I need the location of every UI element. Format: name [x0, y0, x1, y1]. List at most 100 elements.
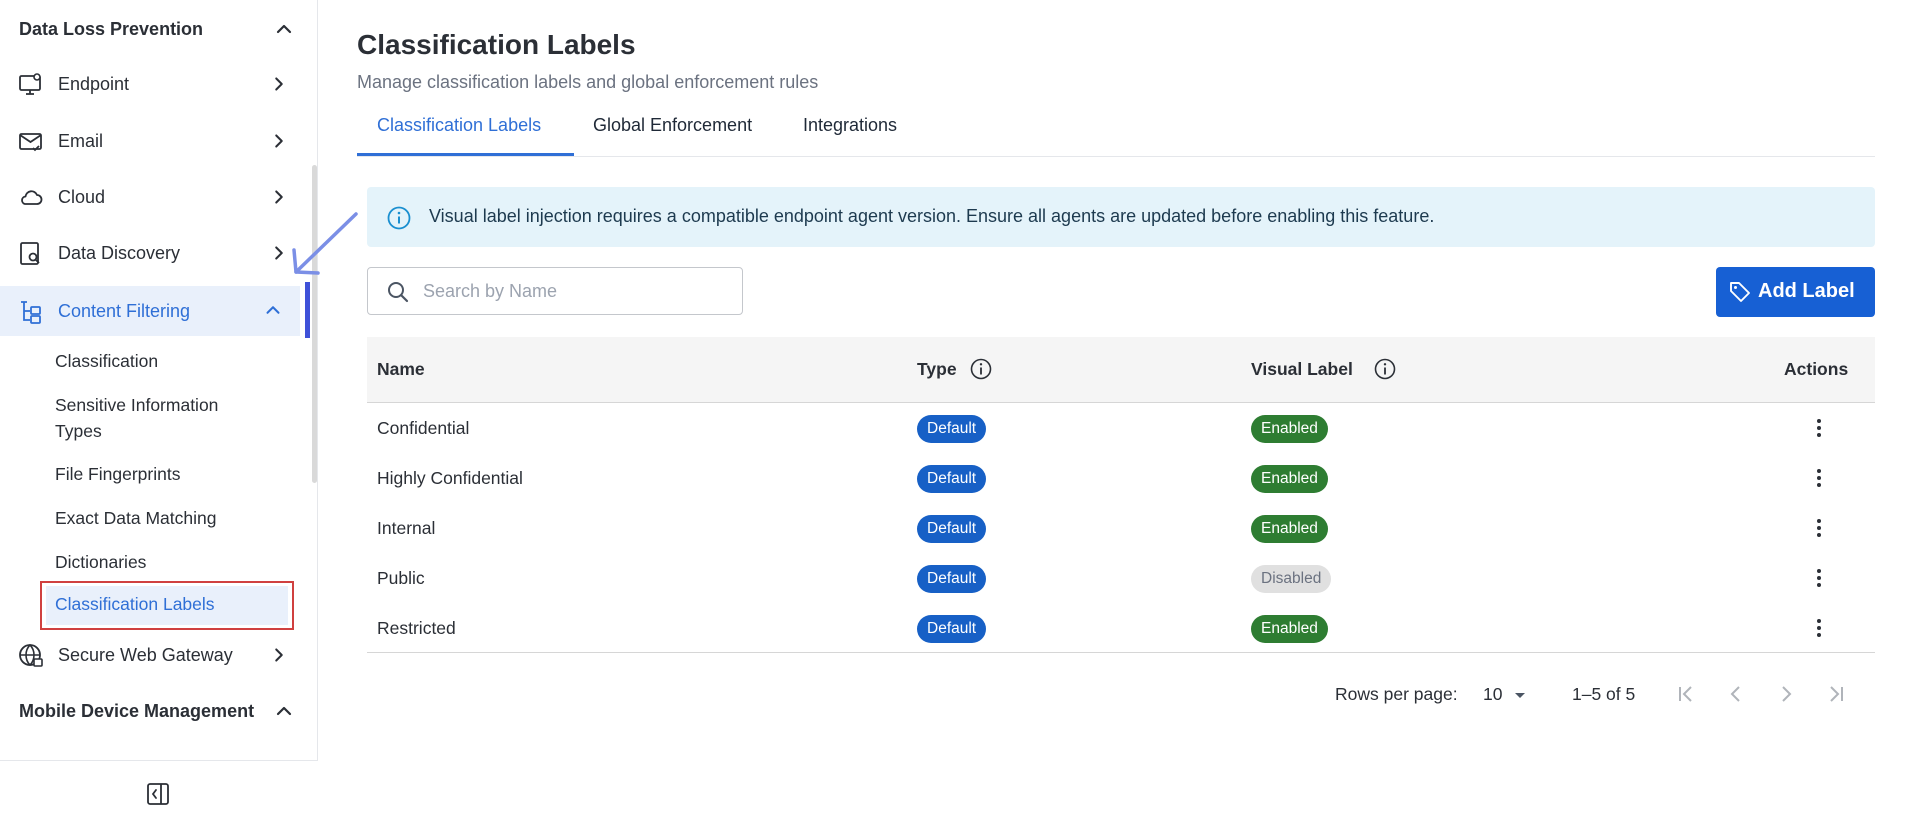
pagination: Rows per page: 10 1–5 of 5: [367, 676, 1875, 712]
type-badge: Default: [917, 465, 987, 493]
info-icon[interactable]: [1373, 357, 1397, 381]
active-tab-indicator: [357, 153, 574, 156]
sidebar-subitem-exact-data-matching[interactable]: Exact Data Matching: [55, 505, 216, 531]
row-name: Public: [377, 568, 425, 588]
column-header-visual-label: Visual Label: [1251, 358, 1396, 380]
type-badge: Default: [917, 615, 987, 643]
column-header-actions: Actions: [1784, 359, 1849, 379]
last-page-icon[interactable]: [1823, 681, 1849, 707]
column-header-visual-label-text: Visual Label: [1251, 359, 1353, 379]
page-subtitle: Manage classification labels and global …: [357, 72, 819, 92]
chevron-right-icon: [275, 134, 283, 148]
tab-bar: Classification Labels Global Enforcement…: [357, 110, 1875, 157]
sidebar-item-label: Cloud: [58, 186, 106, 207]
more-vertical-icon[interactable]: [1807, 516, 1831, 540]
tab-integrations[interactable]: Integrations: [803, 115, 897, 157]
sidebar-item-endpoint[interactable]: Endpoint: [0, 60, 300, 108]
sidebar-subitem-label-line2: Types: [55, 421, 102, 441]
sidebar-item-label: Content Filtering: [58, 300, 191, 321]
first-page-icon[interactable]: [1673, 681, 1699, 707]
cloud-icon: [21, 190, 43, 205]
previous-page-icon[interactable]: [1723, 681, 1749, 707]
rows-per-page-select[interactable]: 10: [1483, 684, 1502, 705]
info-icon: [387, 206, 411, 230]
sidebar-subitem-classification-labels[interactable]: Classification Labels: [40, 581, 294, 630]
more-vertical-icon[interactable]: [1807, 566, 1831, 590]
next-page-icon[interactable]: [1773, 681, 1799, 707]
row-name: Internal: [377, 518, 436, 538]
table-row[interactable]: Internal Default Enabled: [367, 503, 1875, 553]
column-header-name[interactable]: Name: [377, 359, 425, 380]
sidebar-subitem-file-fingerprints[interactable]: File Fingerprints: [55, 461, 180, 487]
labels-table: Name Type Visual Label Actions Confident…: [367, 337, 1875, 653]
sidebar-section-mdm[interactable]: Mobile Device Management: [19, 701, 292, 722]
caret-down-icon[interactable]: [1510, 685, 1530, 705]
tab-global-enforcement[interactable]: Global Enforcement: [593, 115, 752, 157]
type-badge: Default: [917, 415, 987, 443]
visual-label-badge: Enabled: [1251, 515, 1328, 543]
more-vertical-icon[interactable]: [1807, 416, 1831, 440]
sidebar-footer: [0, 760, 318, 823]
add-label-button[interactable]: Add Label: [1716, 267, 1875, 317]
type-badge: Default: [917, 515, 987, 543]
sidebar-item-label: Secure Web Gateway: [58, 644, 233, 665]
sidebar-section-dlp-label: Data Loss Prevention: [19, 19, 204, 39]
row-name: Highly Confidential: [377, 468, 523, 488]
chevron-right-icon: [275, 77, 283, 91]
more-vertical-icon[interactable]: [1807, 616, 1831, 640]
sidebar-subitem-label: Classification Labels: [55, 594, 215, 614]
sidebar: Data Loss Prevention Endpoint Email Clou…: [0, 0, 318, 823]
device-search-icon: [20, 242, 40, 265]
chevron-up-icon: [276, 24, 292, 34]
table-row[interactable]: Restricted Default Enabled: [367, 603, 1875, 653]
pagination-range: 1–5 of 5: [1572, 684, 1636, 704]
visual-label-badge: Enabled: [1251, 415, 1328, 443]
globe-lock-icon: [19, 643, 43, 667]
column-header-type: Type: [917, 358, 992, 380]
add-label-button-label: Add Label: [1758, 280, 1855, 302]
tag-icon: [1730, 282, 1750, 302]
sidebar-item-label: Endpoint: [58, 73, 130, 94]
search-input[interactable]: [423, 277, 723, 305]
chevron-right-icon: [275, 190, 283, 204]
sidebar-subitem-label-line1: Sensitive Information: [55, 395, 219, 415]
row-name: Confidential: [377, 418, 470, 438]
sidebar-item-label: Data Discovery: [58, 242, 181, 263]
sidebar-item-label: Email: [58, 130, 104, 151]
info-icon[interactable]: [969, 357, 993, 381]
pointer-arrow-icon: [292, 212, 358, 275]
info-banner-text: Visual label injection requires a compat…: [429, 206, 1435, 226]
chevron-right-icon: [275, 648, 283, 662]
sidebar-item-secure-web-gateway[interactable]: Secure Web Gateway: [0, 631, 300, 679]
chevron-right-icon: [275, 246, 283, 260]
collapse-sidebar-icon[interactable]: [145, 781, 171, 807]
table-row[interactable]: Confidential Default Enabled: [367, 403, 1875, 453]
page-title: Classification Labels: [357, 29, 636, 60]
visual-label-badge: Disabled: [1251, 565, 1332, 593]
info-banner: Visual label injection requires a compat…: [367, 187, 1875, 247]
mail-check-icon: [19, 133, 42, 152]
tree-structure-icon: [21, 301, 41, 324]
sidebar-item-content-filtering[interactable]: Content Filtering: [0, 286, 300, 336]
table-header: Name Type Visual Label Actions: [367, 337, 1875, 403]
row-name: Restricted: [377, 618, 456, 638]
sidebar-section-dlp[interactable]: Data Loss Prevention: [19, 19, 292, 40]
visual-label-badge: Enabled: [1251, 465, 1328, 493]
sidebar-item-email[interactable]: Email: [0, 117, 300, 165]
sidebar-subitem-dictionaries[interactable]: Dictionaries: [55, 549, 146, 575]
sidebar-subitem-sensitive-information-types[interactable]: Sensitive Information Types: [55, 392, 218, 444]
tab-classification-labels[interactable]: Classification Labels: [377, 115, 541, 157]
more-vertical-icon[interactable]: [1807, 466, 1831, 490]
search-box[interactable]: [367, 267, 743, 315]
sidebar-item-cloud[interactable]: Cloud: [0, 173, 300, 221]
table-row[interactable]: Public Default Disabled: [367, 553, 1875, 603]
table-row[interactable]: Highly Confidential Default Enabled: [367, 453, 1875, 503]
rows-per-page-label: Rows per page:: [1335, 684, 1458, 704]
sidebar-item-data-discovery[interactable]: Data Discovery: [0, 229, 300, 277]
column-header-type-label: Type: [917, 359, 957, 379]
chevron-up-icon: [266, 306, 280, 314]
chevron-up-icon: [276, 706, 292, 716]
sidebar-subitem-classification[interactable]: Classification: [55, 348, 158, 374]
search-icon: [388, 282, 409, 303]
type-badge: Default: [917, 565, 987, 593]
